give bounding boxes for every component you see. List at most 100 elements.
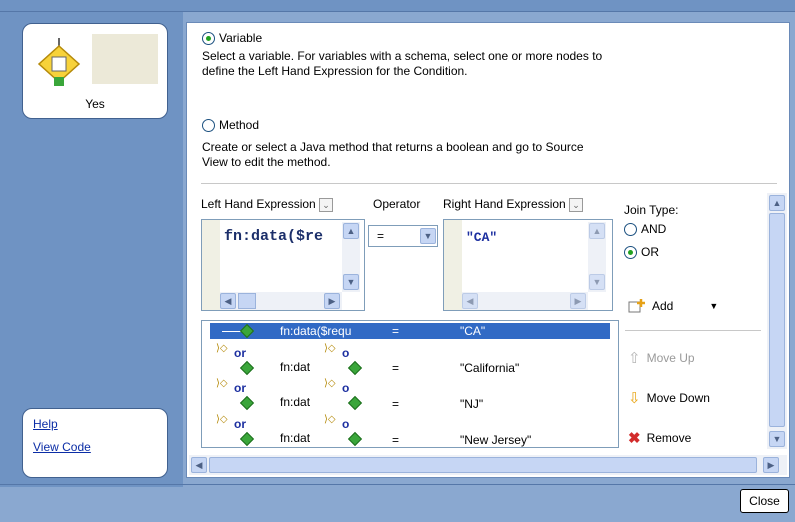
rhs-dropdown-button[interactable]: ⌄: [569, 197, 584, 212]
actions-divider: [625, 330, 761, 331]
condition-node-icon: [239, 431, 255, 447]
join-or-label: OR: [641, 245, 659, 259]
main-hscroll-thumb[interactable]: [209, 457, 757, 473]
condition-node-icon: [347, 360, 363, 376]
main-scroll-down-icon[interactable]: ▼: [769, 431, 785, 447]
help-link[interactable]: Help: [33, 417, 58, 431]
operator-label: Operator: [373, 197, 421, 211]
lhs-header: Left Hand Expression ⌄: [201, 197, 334, 212]
remove-button[interactable]: ✖ Remove: [628, 429, 691, 447]
rhs-header: Right Hand Expression ⌄: [443, 197, 584, 212]
variable-radio[interactable]: [202, 31, 215, 45]
method-option-label: Method: [219, 118, 260, 132]
add-dropdown-icon[interactable]: ▼: [709, 301, 718, 311]
footer-divider: [0, 484, 795, 485]
lhs-label: Left Hand Expression: [201, 197, 316, 211]
method-radio[interactable]: [202, 118, 215, 132]
row1-rhs[interactable]: "CA": [460, 324, 485, 338]
join-or-option[interactable]: OR: [624, 245, 659, 259]
add-icon: [628, 299, 645, 313]
title-bar: [0, 0, 795, 12]
join-and-radio[interactable]: [624, 222, 637, 236]
lhs-scroll-left-icon[interactable]: ◀: [220, 293, 236, 309]
join-icon: ⟩◇: [216, 343, 228, 354]
join-icon: ⟩◇: [216, 414, 228, 425]
dialog-window: Yes Help View Code Variable Select a var…: [0, 0, 795, 522]
view-code-link[interactable]: View Code: [33, 440, 91, 454]
method-desc-line1: Create or select a Java method that retu…: [202, 140, 584, 154]
rhs-vscroll[interactable]: ▲ ▼: [588, 222, 606, 292]
row2-join2: o: [342, 346, 350, 360]
add-label: Add: [652, 299, 674, 313]
arrow-up-icon: ⇧: [628, 350, 641, 367]
conditions-list[interactable]: fn:data($requ = "CA" ⟩◇ or ⟩◇ o fn:dat =…: [201, 320, 619, 448]
rhs-expression-text[interactable]: "CA": [466, 230, 497, 245]
condition-editor-panel: Variable Select a variable. For variable…: [186, 22, 790, 478]
row3-join: or: [234, 381, 246, 395]
arrow-down-icon: ⇩: [628, 390, 641, 407]
move-up-label: Move Up: [646, 351, 695, 365]
method-option[interactable]: Method: [202, 118, 259, 132]
lhs-dropdown-button[interactable]: ⌄: [319, 197, 334, 212]
row4-rhs[interactable]: "New Jersey": [460, 433, 531, 447]
row4-op: =: [392, 433, 400, 447]
variable-option[interactable]: Variable: [202, 31, 262, 45]
operator-value: =: [377, 229, 385, 243]
method-desc-line2: View to edit the method.: [202, 155, 331, 169]
join-type-label: Join Type:: [624, 203, 679, 217]
main-scroll-up-icon[interactable]: ▲: [769, 195, 785, 211]
node-label: Yes: [85, 97, 105, 111]
condition-node-icon: [347, 431, 363, 447]
row3-rhs[interactable]: "NJ": [460, 397, 483, 411]
rhs-scroll-left-icon[interactable]: ◀: [462, 293, 478, 309]
lhs-gutter: [202, 220, 220, 310]
row2-join: or: [234, 346, 246, 360]
rhs-gutter: [444, 220, 462, 310]
row4-lhs[interactable]: fn:dat: [280, 431, 310, 445]
rhs-scroll-down-icon[interactable]: ▼: [589, 274, 605, 290]
row1-op: =: [392, 324, 400, 338]
main-vscroll[interactable]: ▲ ▼: [767, 193, 787, 449]
main-scroll-right-icon[interactable]: ▶: [763, 457, 779, 473]
rhs-expression-box[interactable]: "CA" ▲ ▼ ◀ ▶: [443, 219, 613, 311]
main-hscroll[interactable]: ◀ ▶: [189, 455, 787, 475]
move-down-label: Move Down: [646, 391, 710, 405]
operator-select[interactable]: = ▼: [368, 225, 438, 247]
add-button[interactable]: Add ▼: [628, 298, 718, 314]
close-button[interactable]: Close: [740, 489, 789, 513]
chevron-down-icon[interactable]: ▼: [420, 228, 436, 244]
lhs-scroll-up-icon[interactable]: ▲: [343, 223, 359, 239]
row3-lhs[interactable]: fn:dat: [280, 395, 310, 409]
move-up-button[interactable]: ⇧ Move Up: [628, 349, 695, 367]
remove-label: Remove: [646, 431, 692, 445]
lhs-scroll-right-icon[interactable]: ▶: [324, 293, 340, 309]
lhs-vscroll[interactable]: ▲ ▼: [342, 222, 360, 292]
variable-option-label: Variable: [219, 31, 263, 45]
remove-x-icon: ✖: [628, 430, 641, 447]
row2-rhs[interactable]: "California": [460, 361, 519, 375]
main-scroll-left-icon[interactable]: ◀: [191, 457, 207, 473]
lhs-hscroll-thumb[interactable]: [238, 293, 256, 309]
lhs-expression-box[interactable]: fn:data($re ▲ ▼ ◀ ▶: [201, 219, 365, 311]
row1-lhs[interactable]: fn:data($requ: [280, 324, 351, 338]
lhs-hscroll[interactable]: ◀ ▶: [220, 292, 342, 310]
join-icon: ⟩◇: [324, 343, 336, 354]
rhs-hscroll[interactable]: ◀ ▶: [462, 292, 588, 310]
row3-join2: o: [342, 381, 350, 395]
table-row-selected[interactable]: [210, 323, 610, 339]
lhs-expression-text[interactable]: fn:data($re: [224, 228, 323, 245]
main-vscroll-thumb[interactable]: [769, 213, 785, 427]
move-down-button[interactable]: ⇩ Move Down: [628, 389, 710, 407]
lhs-scroll-down-icon[interactable]: ▼: [343, 274, 359, 290]
rhs-scroll-up-icon[interactable]: ▲: [589, 223, 605, 239]
join-and-option[interactable]: AND: [624, 222, 666, 236]
join-or-radio[interactable]: [624, 245, 637, 259]
join-icon: ⟩◇: [324, 378, 336, 389]
variable-description: Select a variable. For variables with a …: [202, 49, 722, 79]
row2-op: =: [392, 361, 400, 375]
rhs-scroll-right-icon[interactable]: ▶: [570, 293, 586, 309]
row2-lhs[interactable]: fn:dat: [280, 360, 310, 374]
decision-node-icon: [37, 38, 81, 86]
variable-desc-line2: define the Left Hand Expression for the …: [202, 64, 468, 78]
rhs-label: Right Hand Expression: [443, 197, 566, 211]
